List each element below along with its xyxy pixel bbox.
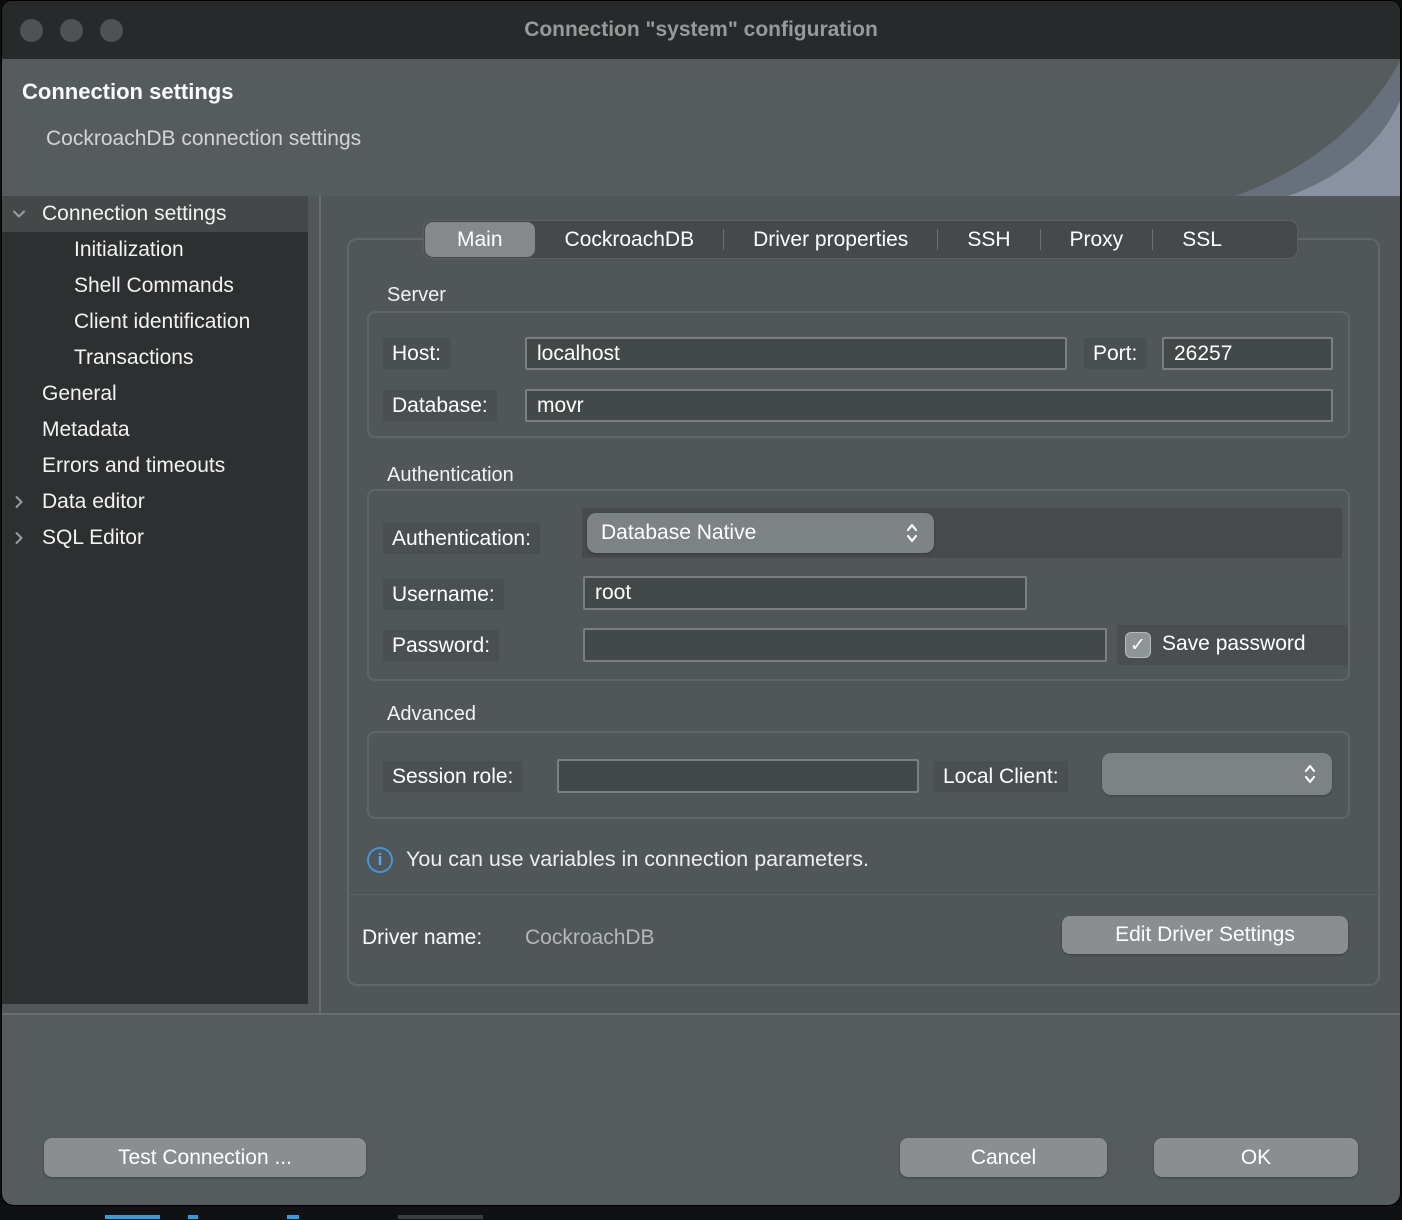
ok-button[interactable]: OK bbox=[1154, 1138, 1358, 1177]
page-title: Connection settings bbox=[22, 79, 233, 105]
stepper-icon bbox=[904, 521, 920, 545]
sidebar-item-transactions[interactable]: Transactions bbox=[2, 340, 308, 376]
database-label: Database: bbox=[383, 390, 497, 421]
tab-proxy[interactable]: Proxy bbox=[1041, 221, 1153, 258]
checkmark-icon: ✓ bbox=[1130, 634, 1146, 657]
password-input[interactable] bbox=[583, 628, 1107, 662]
sidebar-item-data-editor[interactable]: Data editor bbox=[2, 484, 308, 520]
authentication-group-legend: Authentication bbox=[387, 464, 514, 487]
sidebar-item-sql-editor[interactable]: SQL Editor bbox=[2, 520, 308, 556]
sidebar-divider bbox=[319, 196, 321, 1014]
dialog-header: Connection settings CockroachDB connecti… bbox=[2, 59, 1400, 196]
info-icon: i bbox=[367, 847, 393, 873]
driver-name-value: CockroachDB bbox=[525, 926, 655, 950]
page-subtitle: CockroachDB connection settings bbox=[46, 127, 361, 151]
driver-section-divider bbox=[348, 894, 1379, 895]
tab-bar: Main CockroachDB Driver properties SSH P… bbox=[423, 220, 1298, 259]
background-artifact bbox=[398, 1215, 483, 1219]
sidebar-item-label: Transactions bbox=[2, 346, 193, 370]
database-input[interactable] bbox=[525, 389, 1333, 422]
settings-tree-sidebar: Connection settings Initialization Shell… bbox=[2, 196, 308, 1004]
screen: Connection "system" configuration Connec… bbox=[0, 0, 1402, 1220]
authentication-selected-option: Database Native bbox=[601, 521, 756, 545]
edit-driver-settings-button[interactable]: Edit Driver Settings bbox=[1062, 916, 1348, 954]
chevron-down-icon[interactable] bbox=[11, 206, 27, 222]
cancel-button[interactable]: Cancel bbox=[900, 1138, 1107, 1177]
tab-driver-properties[interactable]: Driver properties bbox=[724, 221, 937, 258]
sidebar-item-metadata[interactable]: Metadata bbox=[2, 412, 308, 448]
background-artifact bbox=[188, 1215, 198, 1219]
username-label: Username: bbox=[383, 579, 504, 610]
session-role-label: Session role: bbox=[383, 761, 522, 792]
chevron-right-icon[interactable] bbox=[11, 494, 27, 510]
local-client-label: Local Client: bbox=[934, 761, 1068, 792]
sidebar-item-label: Metadata bbox=[2, 418, 130, 442]
sidebar-item-general[interactable]: General bbox=[2, 376, 308, 412]
host-input[interactable] bbox=[525, 337, 1067, 370]
port-label: Port: bbox=[1084, 338, 1146, 369]
sidebar-item-label: Connection settings bbox=[2, 202, 226, 226]
sidebar-item-label: Initialization bbox=[2, 238, 184, 262]
username-input[interactable] bbox=[583, 576, 1027, 610]
sidebar-item-shell-commands[interactable]: Shell Commands bbox=[2, 268, 308, 304]
tab-main[interactable]: Main bbox=[425, 222, 535, 257]
stepper-icon bbox=[1302, 762, 1318, 786]
sidebar-item-initialization[interactable]: Initialization bbox=[2, 232, 308, 268]
connection-configuration-dialog: Connection "system" configuration Connec… bbox=[1, 0, 1401, 1206]
sidebar-item-connection-settings[interactable]: Connection settings bbox=[2, 196, 308, 232]
local-client-select[interactable] bbox=[1102, 753, 1332, 795]
authentication-select[interactable]: Database Native bbox=[587, 513, 934, 553]
info-text: You can use variables in connection para… bbox=[406, 847, 869, 872]
sidebar-item-label: Shell Commands bbox=[2, 274, 234, 298]
sidebar-item-label: Errors and timeouts bbox=[2, 454, 225, 478]
save-password-label: Save password bbox=[1162, 632, 1306, 656]
tab-ssl[interactable]: SSL bbox=[1153, 221, 1251, 258]
save-password-checkbox[interactable]: ✓ bbox=[1125, 632, 1151, 658]
sidebar-item-label: Client identification bbox=[2, 310, 250, 334]
info-icon-glyph: i bbox=[378, 850, 383, 870]
server-group-legend: Server bbox=[387, 284, 446, 307]
advanced-group-legend: Advanced bbox=[387, 703, 476, 726]
test-connection-button[interactable]: Test Connection ... bbox=[44, 1138, 366, 1177]
window-title: Connection "system" configuration bbox=[2, 1, 1400, 59]
footer-divider bbox=[2, 1013, 1401, 1015]
tab-cockroachdb[interactable]: CockroachDB bbox=[536, 221, 724, 258]
sidebar-item-client-identification[interactable]: Client identification bbox=[2, 304, 308, 340]
sidebar-item-label: General bbox=[2, 382, 117, 406]
session-role-input[interactable] bbox=[557, 759, 919, 793]
port-input[interactable] bbox=[1162, 337, 1333, 370]
sidebar-item-errors-and-timeouts[interactable]: Errors and timeouts bbox=[2, 448, 308, 484]
background-artifact bbox=[105, 1215, 160, 1219]
background-strip bbox=[0, 1206, 1402, 1220]
save-password-group: ✓ Save password bbox=[1117, 625, 1348, 665]
password-label: Password: bbox=[383, 630, 499, 661]
title-bar: Connection "system" configuration bbox=[2, 1, 1400, 59]
driver-name-label: Driver name: bbox=[362, 926, 482, 950]
authentication-label: Authentication: bbox=[383, 523, 540, 554]
background-artifact bbox=[287, 1215, 299, 1219]
swoosh-decoration bbox=[1180, 59, 1400, 196]
tab-ssh[interactable]: SSH bbox=[938, 221, 1039, 258]
host-label: Host: bbox=[383, 338, 450, 369]
chevron-right-icon[interactable] bbox=[11, 530, 27, 546]
